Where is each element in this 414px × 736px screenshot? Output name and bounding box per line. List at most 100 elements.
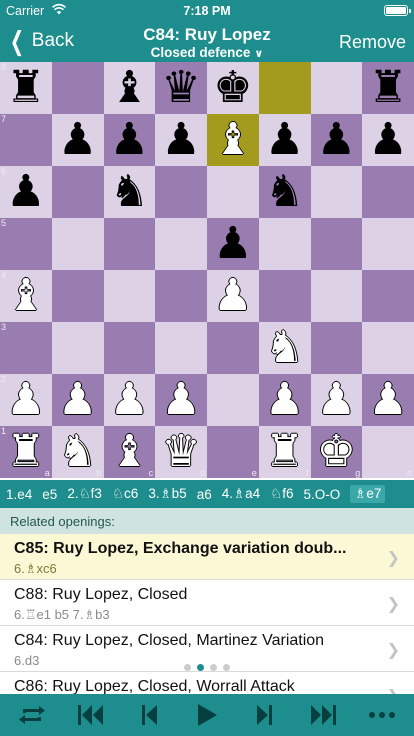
black-rook-piece[interactable]: ♜ xyxy=(368,66,407,110)
move-item[interactable]: ♘f6 xyxy=(270,486,293,502)
white-rook-piece[interactable]: ♜ xyxy=(6,430,45,474)
next-move-button[interactable] xyxy=(252,702,276,728)
square-e4[interactable]: ♟ xyxy=(207,270,259,322)
square-h4[interactable] xyxy=(362,270,414,322)
square-b7[interactable]: ♟ xyxy=(51,114,104,166)
black-pawn-piece[interactable]: ♟ xyxy=(368,118,407,162)
square-d5[interactable] xyxy=(155,218,207,270)
square-b4[interactable] xyxy=(51,270,104,322)
square-c1[interactable]: c ♝ xyxy=(103,426,156,478)
square-f1[interactable]: f ♜ xyxy=(258,426,311,478)
square-a3[interactable]: 3 xyxy=(0,322,52,374)
black-rook-piece[interactable]: ♜ xyxy=(6,66,45,110)
square-a4[interactable]: 4 ♝ xyxy=(0,270,52,322)
square-d3[interactable] xyxy=(155,322,207,374)
square-c8[interactable]: ♝ xyxy=(103,62,156,114)
square-c3[interactable] xyxy=(103,322,156,374)
black-pawn-piece[interactable]: ♟ xyxy=(265,118,304,162)
square-e7[interactable]: ♝ xyxy=(207,114,259,166)
white-bishop-piece[interactable]: ♝ xyxy=(110,430,149,474)
square-d8[interactable]: ♛ xyxy=(155,62,207,114)
related-opening-row[interactable]: C85: Ruy Lopez, Exchange variation doub.… xyxy=(0,534,414,580)
square-d7[interactable]: ♟ xyxy=(155,114,207,166)
move-item[interactable]: 4.♗a4 xyxy=(222,486,260,502)
move-item[interactable]: a6 xyxy=(197,487,212,502)
square-h5[interactable] xyxy=(362,218,414,270)
related-opening-row[interactable]: C86: Ruy Lopez, Closed, Worrall Attack ❯ xyxy=(0,672,414,694)
page-dot[interactable] xyxy=(210,664,217,671)
white-pawn-piece[interactable]: ♟ xyxy=(265,378,304,422)
white-pawn-piece[interactable]: ♟ xyxy=(110,378,149,422)
page-dot[interactable] xyxy=(184,664,191,671)
move-item[interactable]: 3.♗b5 xyxy=(148,486,186,502)
black-knight-piece[interactable]: ♞ xyxy=(265,170,304,214)
white-pawn-piece[interactable]: ♟ xyxy=(161,378,200,422)
white-bishop-piece[interactable]: ♝ xyxy=(6,274,45,318)
square-f6[interactable]: ♞ xyxy=(258,166,311,218)
square-c5[interactable] xyxy=(103,218,156,270)
square-b1[interactable]: b ♞ xyxy=(51,426,104,478)
black-pawn-piece[interactable]: ♟ xyxy=(58,118,97,162)
square-f2[interactable]: ♟ xyxy=(258,374,311,426)
black-queen-piece[interactable]: ♛ xyxy=(161,66,200,110)
square-g4[interactable] xyxy=(310,270,363,322)
black-pawn-piece[interactable]: ♟ xyxy=(161,118,200,162)
white-bishop-piece[interactable]: ♝ xyxy=(213,118,252,162)
chess-board[interactable]: 8 ♜ ♝ ♛ ♚ ♜ 7 ♟ ♟ ♟ ♝ ♟ ♟ ♟ 6 ♟ ♞ ♞ 5 ♟ 4 ♝ ♟ 3 ♞ 2 ♟ ♟ ♟ ♟ ♟ ♟ ♟ 1 a ♜ b ♞ c ♝… xyxy=(0,62,414,478)
square-h1[interactable]: h xyxy=(362,426,414,478)
black-pawn-piece[interactable]: ♟ xyxy=(110,118,149,162)
move-item[interactable]: e5 xyxy=(42,487,57,502)
square-a5[interactable]: 5 xyxy=(0,218,52,270)
square-h3[interactable] xyxy=(362,322,414,374)
black-knight-piece[interactable]: ♞ xyxy=(110,170,149,214)
square-e1[interactable]: e xyxy=(207,426,259,478)
move-item[interactable]: ♘c6 xyxy=(112,486,138,502)
more-button[interactable] xyxy=(366,702,398,728)
last-move-button[interactable] xyxy=(308,702,338,728)
black-pawn-piece[interactable]: ♟ xyxy=(317,118,356,162)
white-queen-piece[interactable]: ♛ xyxy=(161,430,200,474)
square-c4[interactable] xyxy=(103,270,156,322)
square-e6[interactable] xyxy=(207,166,259,218)
move-item[interactable]: 5.O-O xyxy=(304,487,341,502)
white-pawn-piece[interactable]: ♟ xyxy=(317,378,356,422)
related-opening-row[interactable]: C88: Ruy Lopez, Closed 6.♖e1 b5 7.♗b3 ❯ xyxy=(0,580,414,626)
white-king-piece[interactable]: ♚ xyxy=(317,430,356,474)
square-e2[interactable] xyxy=(207,374,259,426)
square-f3[interactable]: ♞ xyxy=(258,322,311,374)
square-d2[interactable]: ♟ xyxy=(155,374,207,426)
white-knight-piece[interactable]: ♞ xyxy=(265,326,304,370)
square-c7[interactable]: ♟ xyxy=(103,114,156,166)
square-f5[interactable] xyxy=(258,218,311,270)
square-c6[interactable]: ♞ xyxy=(103,166,156,218)
black-bishop-piece[interactable]: ♝ xyxy=(110,66,149,110)
square-h7[interactable]: ♟ xyxy=(362,114,414,166)
white-rook-piece[interactable]: ♜ xyxy=(265,430,304,474)
square-g2[interactable]: ♟ xyxy=(310,374,363,426)
white-pawn-piece[interactable]: ♟ xyxy=(6,378,45,422)
square-b6[interactable] xyxy=(51,166,104,218)
current-move[interactable]: ♗e7 xyxy=(350,485,386,503)
white-knight-piece[interactable]: ♞ xyxy=(58,430,97,474)
move-item[interactable]: 2.♘f3 xyxy=(67,486,102,502)
square-g3[interactable] xyxy=(310,322,363,374)
square-a1[interactable]: 1 a ♜ xyxy=(0,426,52,478)
square-g8[interactable] xyxy=(310,62,363,114)
square-e8[interactable]: ♚ xyxy=(207,62,259,114)
black-pawn-piece[interactable]: ♟ xyxy=(213,222,252,266)
square-e5[interactable]: ♟ xyxy=(207,218,259,270)
square-g7[interactable]: ♟ xyxy=(310,114,363,166)
square-b3[interactable] xyxy=(51,322,104,374)
white-pawn-piece[interactable]: ♟ xyxy=(58,378,97,422)
previous-move-button[interactable] xyxy=(138,702,162,728)
square-h6[interactable] xyxy=(362,166,414,218)
square-c2[interactable]: ♟ xyxy=(103,374,156,426)
square-h8[interactable]: ♜ xyxy=(362,62,414,114)
square-f7[interactable]: ♟ xyxy=(258,114,311,166)
square-a2[interactable]: 2 ♟ xyxy=(0,374,52,426)
square-b5[interactable] xyxy=(51,218,104,270)
square-g5[interactable] xyxy=(310,218,363,270)
square-a6[interactable]: 6 ♟ xyxy=(0,166,52,218)
flip-board-button[interactable] xyxy=(14,702,50,728)
square-d4[interactable] xyxy=(155,270,207,322)
